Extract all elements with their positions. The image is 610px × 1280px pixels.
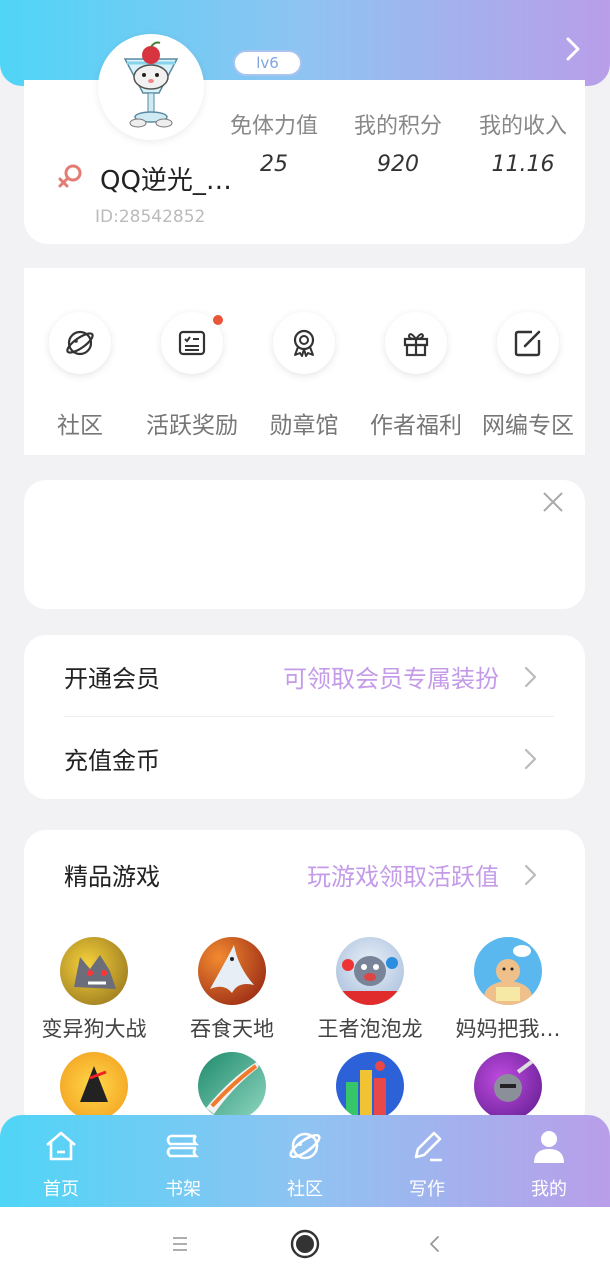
stat-label: 我的收入 bbox=[478, 114, 567, 139]
header-bar bbox=[0, 0, 610, 86]
stat-income[interactable]: 我的收入 11.16 bbox=[458, 108, 588, 177]
shark-game-art bbox=[210, 945, 254, 993]
warrior-game-art bbox=[494, 1058, 536, 1102]
game-item[interactable] bbox=[438, 1052, 578, 1120]
game-icon bbox=[474, 937, 542, 1005]
game-name: 王者泡泡龙 bbox=[317, 1017, 423, 1041]
menu-card: 开通会员 可领取会员专属装扮 充值金币 bbox=[24, 635, 585, 799]
stat-label: 我的积分 bbox=[353, 114, 442, 139]
tab-label: 首页 bbox=[43, 1179, 79, 1200]
blocks-game-art bbox=[346, 1061, 386, 1120]
game-icon bbox=[336, 1052, 404, 1120]
game-icon bbox=[198, 1052, 266, 1120]
game-item[interactable] bbox=[24, 1052, 164, 1120]
game-item[interactable]: 妈妈把我… bbox=[438, 937, 578, 1043]
games-card: 精品游戏 玩游戏领取活跃值 变异狗大战 吞食天地 王者泡泡龙 妈妈把我… bbox=[24, 830, 585, 1130]
game-icon bbox=[474, 1052, 542, 1120]
checklist-icon bbox=[178, 330, 206, 356]
bubble-dragon-game-art bbox=[336, 956, 404, 1005]
feature-editor-zone[interactable]: 网编专区 bbox=[472, 312, 584, 440]
game-icon bbox=[198, 937, 266, 1005]
feature-medal-hall[interactable]: 勋章馆 bbox=[248, 312, 360, 440]
feature-icon-circle bbox=[49, 312, 111, 374]
feature-icon-circle bbox=[385, 312, 447, 374]
user-id: ID:28542852 bbox=[95, 207, 206, 227]
chevron-right-icon[interactable] bbox=[560, 36, 586, 62]
username[interactable]: QQ逆光_… bbox=[100, 160, 232, 197]
tab-bookshelf[interactable]: 书架 bbox=[133, 1127, 233, 1201]
surf-game-art bbox=[206, 1060, 260, 1114]
gift-icon bbox=[403, 333, 429, 357]
mom-game-art bbox=[484, 945, 532, 1005]
notification-dot bbox=[213, 315, 223, 325]
tab-home[interactable]: 首页 bbox=[11, 1127, 111, 1201]
game-item[interactable]: 变异狗大战 bbox=[24, 937, 164, 1043]
feature-author-benefits[interactable]: 作者福利 bbox=[360, 312, 472, 440]
game-item[interactable] bbox=[300, 1052, 440, 1120]
menu-title: 开通会员 bbox=[64, 665, 160, 693]
feature-label: 活跃奖励 bbox=[146, 413, 238, 439]
game-item[interactable] bbox=[162, 1052, 302, 1120]
game-icon bbox=[60, 1052, 128, 1120]
game-item[interactable]: 王者泡泡龙 bbox=[300, 937, 440, 1043]
game-item[interactable]: 吞食天地 bbox=[162, 937, 302, 1043]
feature-icon-circle bbox=[273, 312, 335, 374]
stat-value: 920 bbox=[377, 152, 419, 177]
planet-icon bbox=[289, 1132, 321, 1160]
feature-active-rewards[interactable]: 活跃奖励 bbox=[136, 312, 248, 440]
tab-label: 我的 bbox=[531, 1179, 567, 1200]
tab-label: 写作 bbox=[409, 1179, 445, 1200]
ad-card bbox=[24, 480, 585, 609]
back-icon[interactable] bbox=[420, 1229, 450, 1259]
feature-label: 作者福利 bbox=[370, 413, 462, 439]
tab-label: 书架 bbox=[165, 1179, 201, 1200]
level-badge[interactable]: lv6 bbox=[233, 50, 302, 76]
menu-subtitle: 可领取会员专属装扮 bbox=[283, 665, 499, 693]
home-button-icon[interactable] bbox=[288, 1227, 322, 1261]
bookshelf-icon bbox=[166, 1134, 200, 1158]
stat-value: 11.16 bbox=[491, 152, 555, 177]
chevron-right-icon bbox=[524, 748, 537, 770]
game-name: 妈妈把我… bbox=[455, 1017, 561, 1041]
tab-me[interactable]: 我的 bbox=[499, 1127, 599, 1201]
feature-icon-circle bbox=[497, 312, 559, 374]
games-subtitle[interactable]: 玩游戏领取活跃值 bbox=[307, 857, 499, 892]
game-name: 吞食天地 bbox=[190, 1017, 274, 1041]
feature-icon-circle bbox=[161, 312, 223, 374]
games-title: 精品游戏 bbox=[64, 863, 160, 891]
menu-title: 充值金币 bbox=[64, 747, 160, 775]
wolf-game-art bbox=[74, 955, 116, 989]
tab-community[interactable]: 社区 bbox=[255, 1127, 355, 1201]
chevron-right-icon[interactable] bbox=[523, 863, 539, 887]
menu-icon[interactable] bbox=[165, 1229, 195, 1259]
tab-write[interactable]: 写作 bbox=[377, 1127, 477, 1201]
chevron-right-icon bbox=[524, 666, 537, 688]
planet-icon bbox=[66, 330, 94, 356]
user-icon bbox=[534, 1131, 564, 1163]
feature-community[interactable]: 社区 bbox=[24, 312, 136, 440]
tab-label: 社区 bbox=[287, 1179, 323, 1200]
edit-icon bbox=[514, 330, 541, 357]
close-icon[interactable] bbox=[541, 490, 565, 514]
stat-label: 免体力值 bbox=[229, 114, 318, 139]
game-icon bbox=[60, 937, 128, 1005]
ninja-game-art bbox=[80, 1066, 108, 1102]
bottom-tab-bar: 首页 书架 社区 写作 我的 bbox=[0, 1115, 610, 1207]
medal-icon bbox=[293, 329, 315, 357]
game-icon bbox=[336, 937, 404, 1005]
avatar[interactable] bbox=[98, 34, 204, 140]
pen-icon bbox=[414, 1131, 442, 1162]
system-nav-bar bbox=[0, 1207, 610, 1280]
features-card: 社区 活跃奖励 勋章馆 作者福利 网编专区 bbox=[24, 268, 585, 455]
feature-label: 网编专区 bbox=[482, 413, 574, 439]
home-icon bbox=[46, 1131, 76, 1161]
feature-label: 勋章馆 bbox=[269, 413, 339, 439]
avatar-illustration bbox=[123, 41, 179, 128]
menu-item-vip[interactable]: 开通会员 可领取会员专属装扮 bbox=[24, 635, 585, 717]
game-name: 变异狗大战 bbox=[41, 1017, 147, 1041]
feature-label: 社区 bbox=[57, 413, 103, 439]
menu-item-recharge[interactable]: 充值金币 bbox=[24, 717, 585, 799]
stat-points[interactable]: 我的积分 920 bbox=[333, 108, 463, 177]
female-icon bbox=[58, 164, 82, 188]
